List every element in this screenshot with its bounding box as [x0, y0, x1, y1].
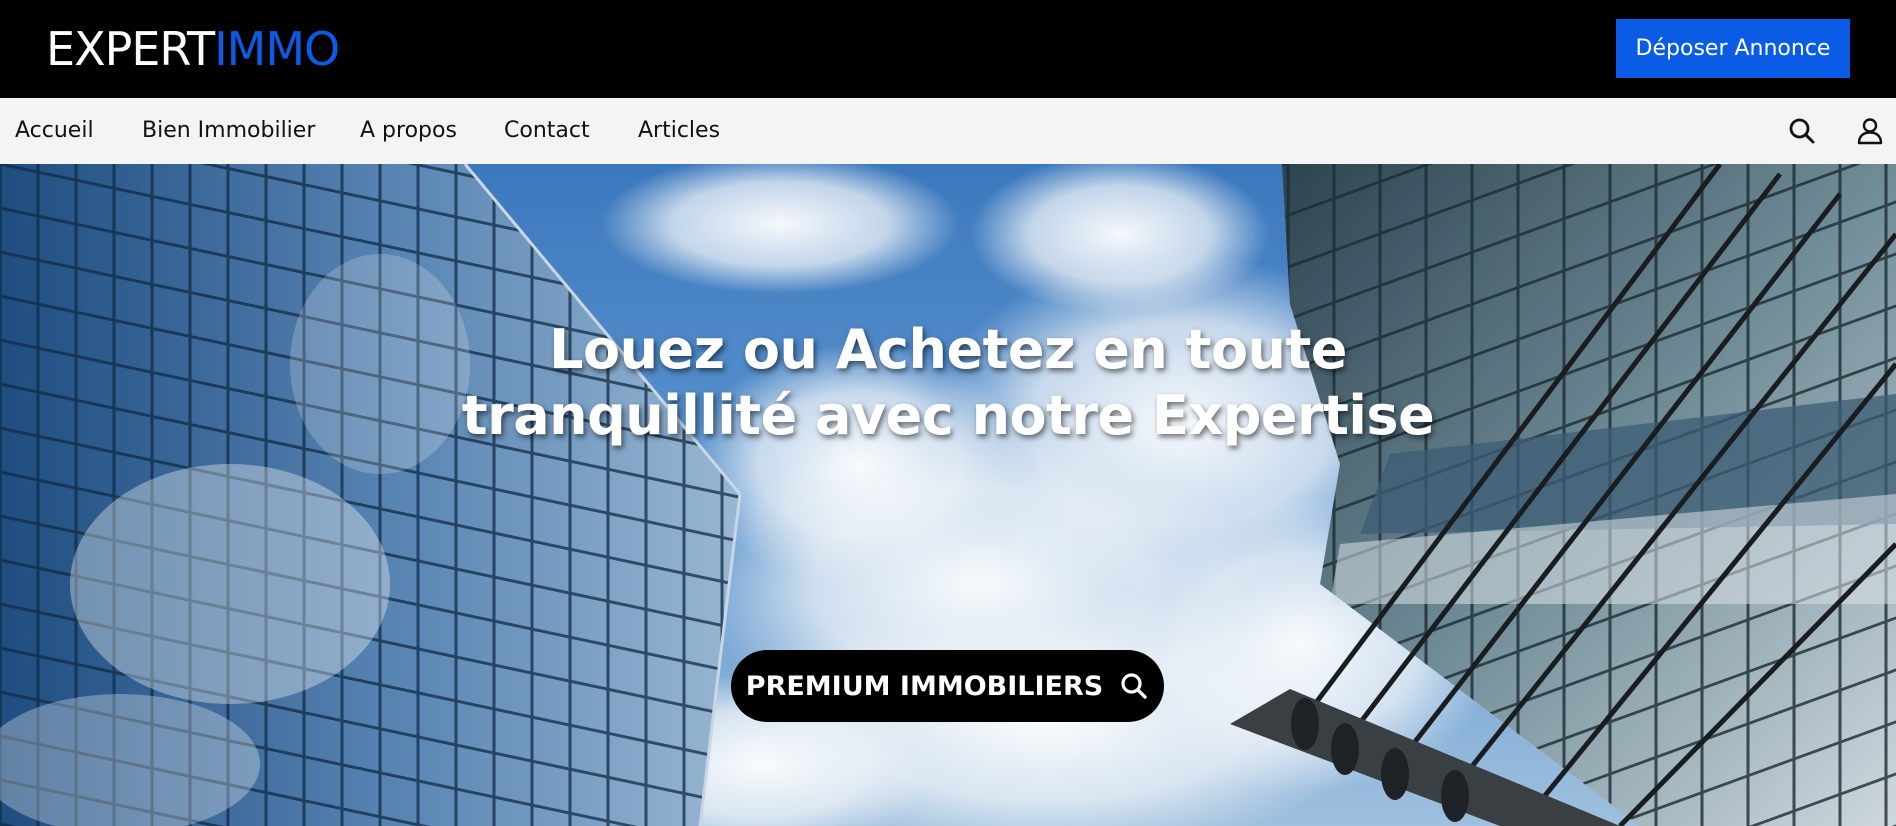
- hero-background-image: [0, 164, 1896, 826]
- logo-text-immo: IMMO: [214, 22, 340, 76]
- hero-headline: Louez ou Achetez en toute tranquillité a…: [348, 317, 1548, 449]
- user-icon[interactable]: [1855, 116, 1885, 146]
- premium-button-label: PREMIUM IMMOBILIERS: [745, 670, 1104, 702]
- nav-item-a-propos[interactable]: A propos: [360, 98, 457, 164]
- site-logo[interactable]: EXPERTIMMO: [46, 22, 340, 76]
- nav-item-articles[interactable]: Articles: [638, 98, 720, 164]
- hero-section: Louez ou Achetez en toute tranquillité a…: [0, 164, 1896, 826]
- main-navigation: Accueil Bien Immobilier A propos Contact…: [0, 98, 1896, 164]
- premium-properties-button[interactable]: PREMIUM IMMOBILIERS: [731, 650, 1164, 722]
- nav-item-accueil[interactable]: Accueil: [15, 98, 94, 164]
- search-icon: [1119, 671, 1149, 701]
- post-listing-button[interactable]: Déposer Annonce: [1616, 19, 1850, 78]
- nav-item-bien-immobilier[interactable]: Bien Immobilier: [142, 98, 315, 164]
- top-header: EXPERTIMMO Déposer Annonce: [0, 0, 1896, 98]
- logo-text-expert: EXPERT: [46, 22, 215, 76]
- nav-item-contact[interactable]: Contact: [504, 98, 590, 164]
- hero-headline-line-1: Louez ou Achetez en toute: [549, 318, 1347, 382]
- hero-headline-line-2: tranquillité avec notre Expertise: [461, 384, 1435, 448]
- search-icon[interactable]: [1787, 116, 1817, 146]
